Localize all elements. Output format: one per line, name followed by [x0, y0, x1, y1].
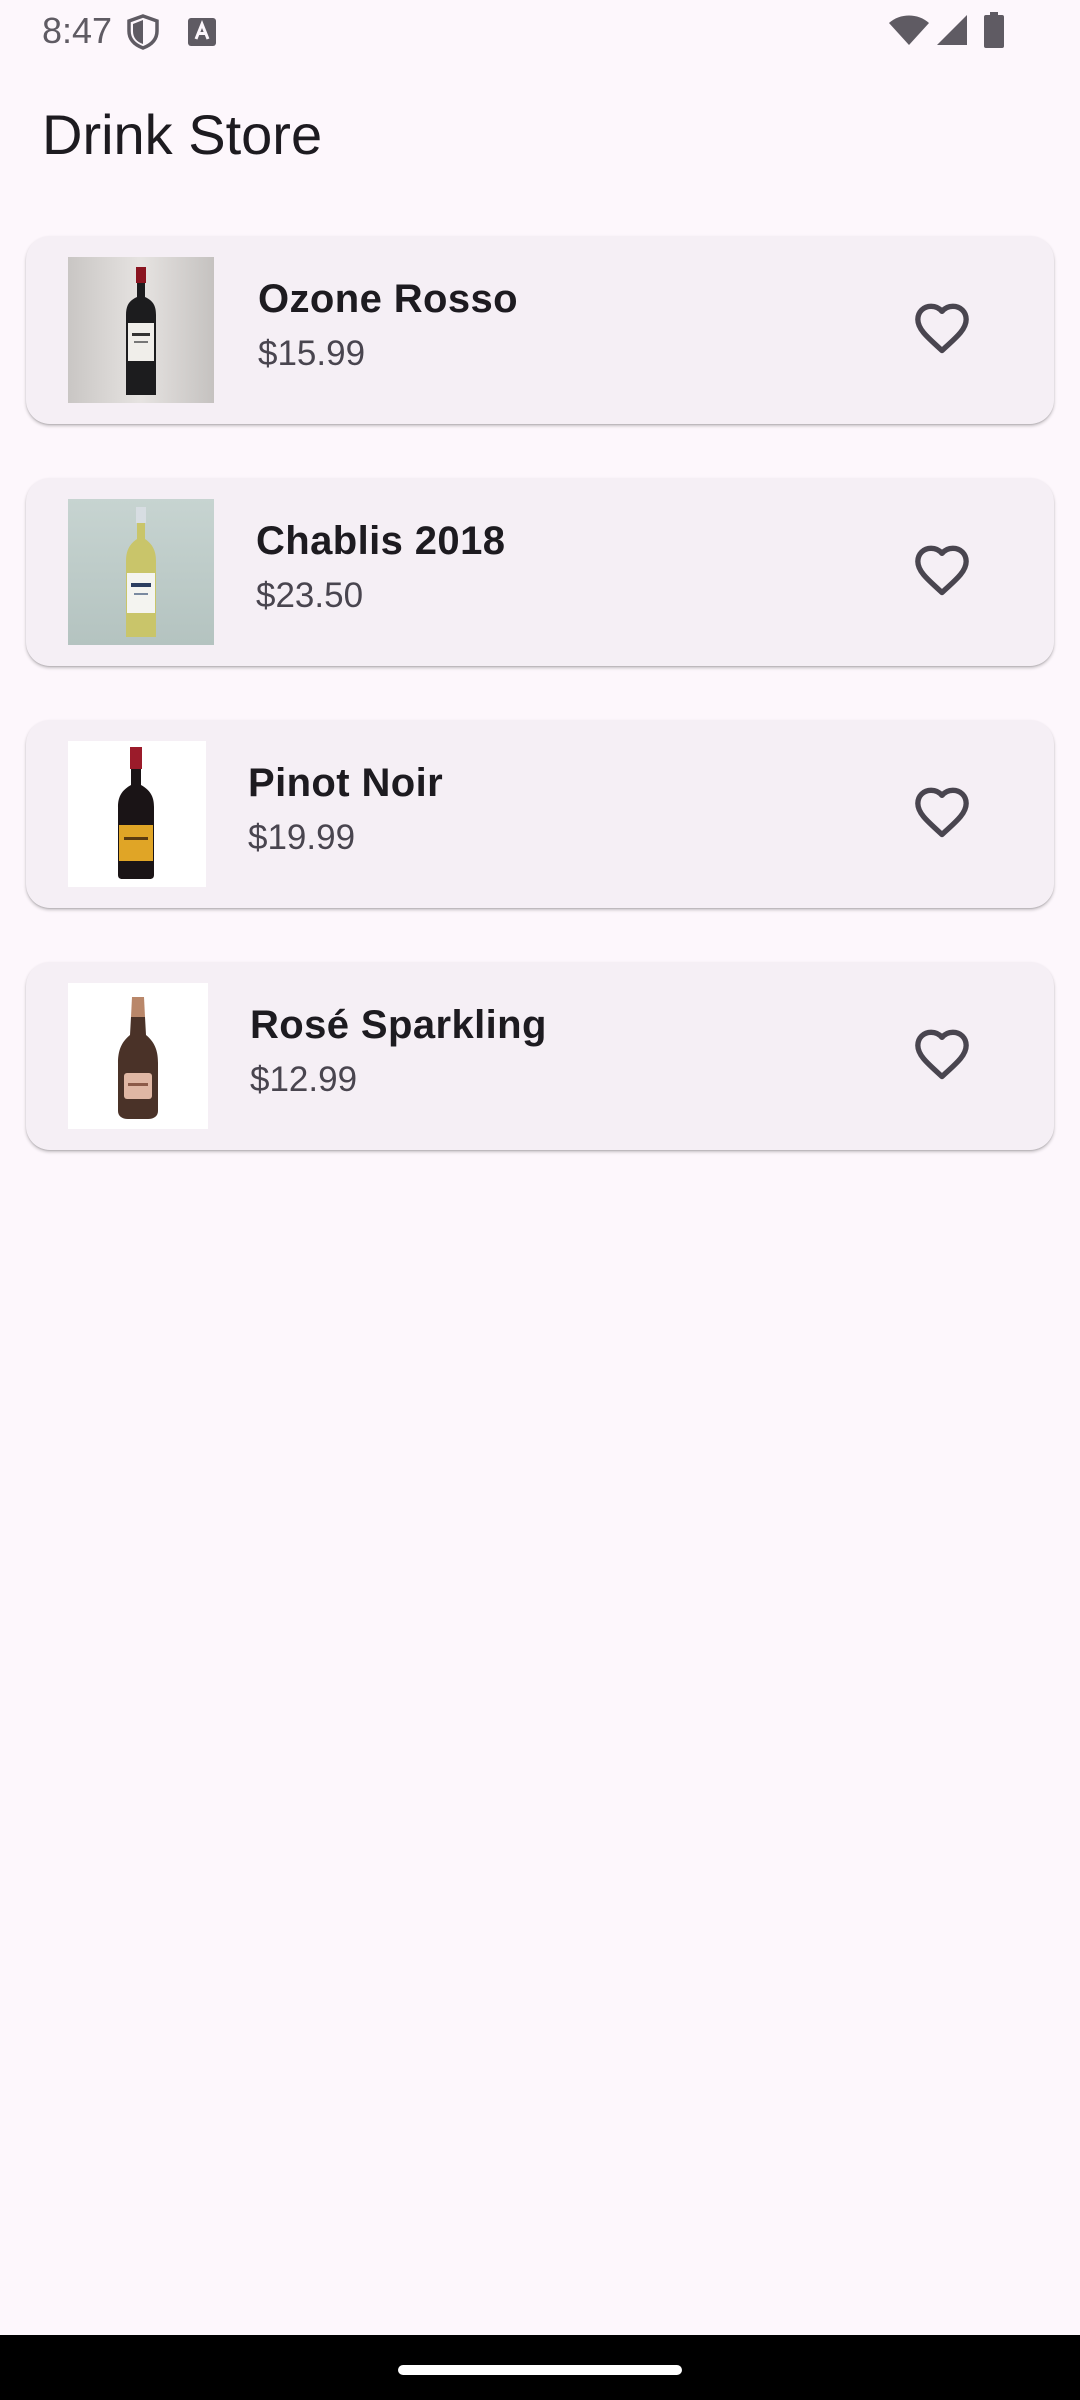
favorite-button[interactable] [912, 1026, 972, 1086]
product-info: Rosé Sparkling $12.99 [250, 1000, 547, 1102]
favorite-button[interactable] [912, 784, 972, 844]
pinot-noir-bottle-image [68, 741, 206, 887]
white-wine-bottle-image [68, 499, 214, 645]
red-wine-bottle-image [68, 257, 214, 403]
favorite-button[interactable] [912, 300, 972, 360]
product-card[interactable]: Ozone Rosso $15.99 [26, 236, 1054, 424]
heart-outline-icon [915, 303, 969, 354]
product-info: Ozone Rosso $15.99 [258, 274, 518, 376]
product-name: Pinot Noir [248, 761, 444, 805]
signal-icon [937, 15, 967, 45]
navigation-bar [0, 2335, 1080, 2400]
product-name: Rosé Sparkling [250, 1003, 547, 1047]
product-info: Chablis 2018 $23.50 [256, 516, 505, 618]
heart-outline-icon [915, 1029, 969, 1080]
product-price: $23.50 [256, 576, 364, 615]
product-card[interactable]: Pinot Noir $19.99 [26, 720, 1054, 908]
heart-outline-icon [915, 787, 969, 838]
page-title: Drink Store [42, 103, 323, 166]
text-a-icon [188, 18, 216, 46]
wifi-icon [889, 15, 929, 45]
status-bar: 8:47 [0, 0, 1080, 62]
product-info: Pinot Noir $19.99 [248, 758, 443, 860]
product-name: Chablis 2018 [256, 519, 506, 563]
sparkling-rose-bottle-image [68, 983, 208, 1129]
battery-icon [984, 12, 1004, 48]
favorite-button[interactable] [912, 542, 972, 602]
product-name: Ozone Rosso [258, 277, 518, 321]
status-time: 8:47 [42, 10, 113, 51]
product-card[interactable]: Rosé Sparkling $12.99 [26, 962, 1054, 1150]
product-list: Ozone Rosso $15.99 Chablis 2018 $23.50 P… [26, 236, 1054, 1204]
product-price: $12.99 [250, 1060, 358, 1099]
heart-outline-icon [915, 545, 969, 596]
shield-icon [127, 14, 159, 50]
product-card[interactable]: Chablis 2018 $23.50 [26, 478, 1054, 666]
home-indicator[interactable] [398, 2365, 682, 2375]
product-price: $19.99 [248, 818, 356, 857]
product-price: $15.99 [258, 334, 366, 373]
